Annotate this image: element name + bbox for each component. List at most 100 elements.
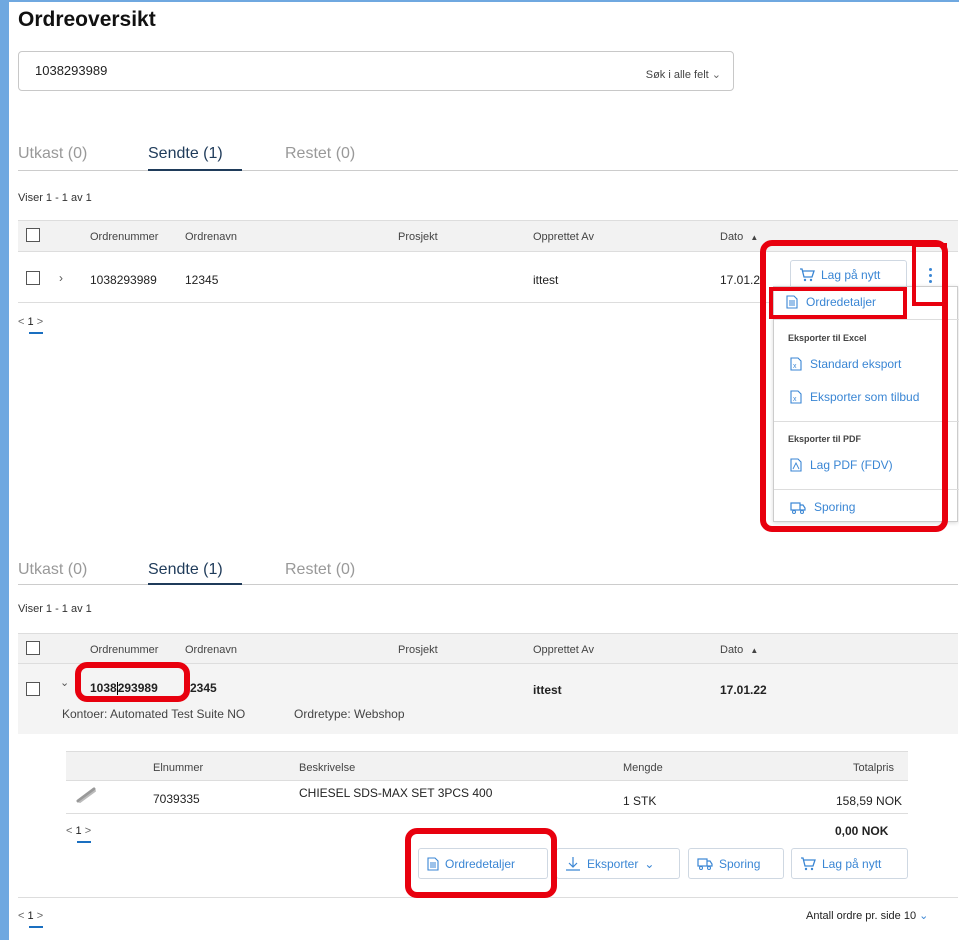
select-all-checkbox[interactable]: [26, 228, 40, 242]
active-tab-underline: [148, 583, 242, 585]
tab-sendte-2[interactable]: Sendte (1): [148, 561, 223, 579]
expanded-row: [18, 664, 958, 734]
tab-sendte[interactable]: Sendte (1): [148, 145, 223, 163]
menu-item-order-details-label: Ordredetaljer: [806, 295, 877, 309]
reorder-button-2[interactable]: Lag på nytt: [791, 848, 908, 879]
expand-row-icon[interactable]: ›: [59, 271, 63, 285]
excel-file-icon: x: [790, 357, 802, 371]
line-quantity: 1 STK: [623, 794, 657, 808]
search-input[interactable]: 1038293989: [35, 63, 107, 78]
menu-item-tracking[interactable]: Sporing: [790, 500, 855, 514]
col-order-name[interactable]: Ordrenavn: [185, 231, 237, 243]
order-number-part1: 1038: [90, 681, 117, 695]
page-number[interactable]: 1: [28, 316, 34, 328]
search-scope-label: Søk i alle felt: [645, 69, 709, 81]
lines-col-el-number: Elnummer: [153, 762, 204, 774]
actions-dropdown-menu: Ordredetaljer Eksporter til Excel x Stan…: [773, 286, 959, 522]
prev-page-icon[interactable]: <: [18, 910, 24, 922]
current-page-underline: [29, 926, 43, 928]
sort-asc-icon: ▲: [750, 646, 759, 655]
col-date-label: Dato: [720, 231, 744, 243]
page-title: Ordreoversikt: [18, 8, 156, 31]
download-icon: [566, 856, 580, 871]
per-page-selector[interactable]: Antall ordre pr. side 10 ⌄: [806, 909, 928, 922]
more-vertical-icon[interactable]: [922, 262, 938, 288]
svg-text:x: x: [793, 396, 797, 403]
next-page-icon[interactable]: >: [85, 825, 91, 837]
export-label: Eksporter: [587, 856, 639, 871]
row-checkbox[interactable]: [26, 271, 40, 285]
next-page-icon[interactable]: >: [37, 316, 43, 328]
table-header: [18, 220, 958, 252]
cart-icon: [800, 268, 815, 282]
menu-item-make-pdf[interactable]: Lag PDF (FDV): [790, 458, 893, 472]
row-checkbox-2[interactable]: [26, 682, 40, 696]
menu-header-excel: Eksporter til Excel: [788, 333, 867, 343]
menu-item-export-as-quote[interactable]: x Eksporter som tilbud: [790, 390, 919, 404]
result-count-2: Viser 1 - 1 av 1: [18, 603, 92, 615]
col-project-2[interactable]: Prosjekt: [398, 644, 438, 656]
row-created-by-2: ittest: [533, 683, 562, 697]
row-order-number[interactable]: 1038293989: [90, 273, 157, 287]
order-details-label: Ordredetaljer: [445, 856, 516, 871]
col-date[interactable]: Dato ▲: [720, 231, 758, 243]
menu-item-standard-export[interactable]: x Standard eksport: [790, 357, 901, 371]
row-order-number-2[interactable]: 1038293989: [90, 681, 158, 696]
per-page-value: 10: [903, 910, 917, 922]
next-page-icon[interactable]: >: [37, 910, 43, 922]
col-date-2[interactable]: Dato ▲: [720, 644, 758, 656]
prev-page-icon[interactable]: <: [18, 316, 24, 328]
reorder-label: Lag på nytt: [821, 268, 881, 282]
lines-col-quantity: Mengde: [623, 762, 663, 774]
pdf-file-icon: [790, 458, 802, 472]
result-count: Viser 1 - 1 av 1: [18, 192, 92, 204]
menu-item-tracking-label: Sporing: [814, 500, 856, 514]
pagination-lines: < 1 >: [66, 825, 106, 845]
lines-sum: 0,00 NOK: [835, 824, 889, 838]
menu-item-order-details[interactable]: Ordredetaljer: [786, 295, 876, 309]
line-el-number: 7039335: [153, 792, 200, 806]
search-scope-dropdown[interactable]: Søk i alle felt ⌄: [646, 68, 721, 81]
lines-col-description: Beskrivelse: [299, 762, 356, 774]
chevron-down-icon: ⌄: [711, 69, 721, 81]
col-order-number[interactable]: Ordrenummer: [90, 231, 158, 243]
lines-col-total: Totalpris: [853, 762, 894, 774]
customer-label: Kontoer: Automated Test Suite NO: [62, 707, 246, 721]
tracking-button[interactable]: Sporing: [688, 848, 784, 879]
col-created-by[interactable]: Opprettet Av: [533, 231, 594, 243]
page-number[interactable]: 1: [28, 910, 34, 922]
col-order-number-2[interactable]: Ordrenummer: [90, 644, 158, 656]
tab-utkast-2[interactable]: Utkast (0): [18, 561, 87, 579]
collapse-row-icon[interactable]: ⌄: [60, 676, 69, 689]
truck-icon: [790, 501, 806, 514]
menu-item-make-pdf-label: Lag PDF (FDV): [810, 458, 893, 472]
row-date: 17.01.2: [720, 273, 761, 287]
tab-restet-2[interactable]: Restet (0): [285, 561, 355, 579]
tracking-label: Sporing: [719, 856, 761, 871]
col-created-by-2[interactable]: Opprettet Av: [533, 644, 594, 656]
reorder-label-2: Lag på nytt: [822, 856, 882, 871]
order-number-part2: 293989: [117, 681, 158, 695]
page-number[interactable]: 1: [76, 825, 82, 837]
search-box[interactable]: 1038293989 Søk i alle felt ⌄: [18, 51, 734, 91]
tab-restet[interactable]: Restet (0): [285, 145, 355, 163]
lines-divider: [66, 813, 908, 814]
export-button[interactable]: Eksporter ⌄: [556, 848, 680, 879]
row-order-name-2: 2345: [190, 681, 217, 695]
select-all-checkbox-2[interactable]: [26, 641, 40, 655]
cart-icon: [801, 856, 816, 870]
table-header-2: [18, 633, 958, 664]
prev-page-icon[interactable]: <: [66, 825, 72, 837]
left-accent-bar: [0, 0, 9, 940]
col-date-label-2: Dato: [720, 644, 744, 656]
tab-utkast[interactable]: Utkast (0): [18, 145, 87, 163]
row-date-2: 17.01.22: [720, 683, 767, 697]
document-icon: [786, 295, 798, 309]
active-tab-underline: [148, 169, 242, 171]
row-created-by: ittest: [533, 273, 559, 287]
col-project[interactable]: Prosjekt: [398, 231, 438, 243]
menu-item-standard-export-label: Standard eksport: [810, 357, 902, 371]
pagination-top: < 1 >: [18, 316, 58, 336]
order-details-button[interactable]: Ordredetaljer: [418, 848, 548, 879]
col-order-name-2[interactable]: Ordrenavn: [185, 644, 237, 656]
